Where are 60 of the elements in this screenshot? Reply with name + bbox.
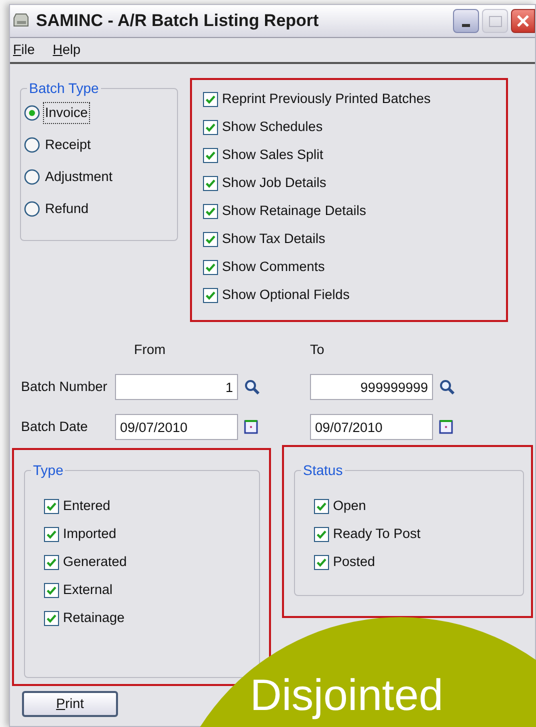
- field-label: Batch Number: [21, 378, 108, 396]
- checkbox-label[interactable]: Imported: [63, 524, 116, 544]
- checkbox[interactable]: [314, 498, 329, 514]
- checkbox-label[interactable]: Show Comments: [222, 256, 325, 278]
- radio-label[interactable]: Adjustment: [43, 166, 115, 188]
- checkbox[interactable]: [44, 582, 59, 598]
- column-header: From: [133, 341, 166, 359]
- close-icon: [516, 14, 530, 28]
- checkbox[interactable]: [203, 204, 218, 218]
- close-button[interactable]: [511, 9, 535, 33]
- radio-label[interactable]: Refund: [43, 198, 91, 220]
- search-icon[interactable]: [439, 379, 455, 396]
- checkbox[interactable]: [203, 148, 218, 162]
- window-title: SAMINC - A/R Batch Listing Report: [36, 10, 319, 32]
- field-label: Batch Date: [21, 418, 89, 436]
- checkbox[interactable]: [203, 288, 218, 302]
- radio-label[interactable]: Invoice: [43, 102, 90, 124]
- radio-button[interactable]: [24, 105, 40, 121]
- date-field[interactable]: 09/07/2010: [310, 414, 433, 440]
- checkbox-label[interactable]: Retainage: [63, 608, 125, 628]
- menu-item[interactable]: File: [13, 40, 35, 60]
- number-field[interactable]: 999999999: [310, 374, 433, 400]
- checkbox[interactable]: [203, 232, 218, 246]
- search-icon[interactable]: [244, 379, 260, 396]
- checkbox[interactable]: [314, 526, 329, 542]
- checkbox-label[interactable]: Show Optional Fields: [222, 284, 350, 306]
- number-field[interactable]: 1: [115, 374, 238, 400]
- print-button[interactable]: Print: [22, 691, 118, 718]
- checkbox-label[interactable]: Entered: [63, 496, 110, 516]
- checkbox-label[interactable]: Open: [333, 496, 366, 516]
- radio-button[interactable]: [24, 137, 40, 153]
- calendar-icon[interactable]: [244, 420, 258, 434]
- checkbox[interactable]: [203, 120, 218, 134]
- radio-button[interactable]: [24, 201, 40, 217]
- date-field[interactable]: 09/07/2010: [115, 414, 238, 440]
- checkbox-label[interactable]: Show Retainage Details: [222, 200, 366, 222]
- checkbox[interactable]: [203, 176, 218, 190]
- menu-item[interactable]: Help: [52, 40, 81, 60]
- checkbox-label[interactable]: Show Schedules: [222, 116, 323, 138]
- column-header: To: [309, 341, 326, 359]
- checkbox-label[interactable]: Reprint Previously Printed Batches: [222, 88, 431, 110]
- checkbox-label[interactable]: Ready To Post: [333, 524, 421, 544]
- checkbox[interactable]: [314, 554, 329, 570]
- checkbox[interactable]: [203, 260, 218, 274]
- checkbox-label[interactable]: Show Sales Split: [222, 144, 324, 166]
- checkbox-label[interactable]: Show Job Details: [222, 172, 326, 194]
- checkbox-label[interactable]: External: [63, 580, 113, 600]
- checkbox[interactable]: [203, 92, 218, 106]
- calendar-icon[interactable]: [439, 420, 453, 434]
- checkbox[interactable]: [44, 498, 59, 514]
- checkbox-label[interactable]: Generated: [63, 552, 127, 572]
- checkbox[interactable]: [44, 610, 59, 626]
- radio-label[interactable]: Receipt: [43, 134, 93, 156]
- checkbox-label[interactable]: Posted: [333, 552, 376, 572]
- checkbox[interactable]: [44, 526, 59, 542]
- checkbox[interactable]: [44, 554, 59, 570]
- radio-button[interactable]: [24, 169, 40, 185]
- minimize-button[interactable]: [453, 9, 479, 33]
- callout-text: Disjointed: [250, 672, 444, 720]
- checkbox-label[interactable]: Show Tax Details: [222, 228, 326, 250]
